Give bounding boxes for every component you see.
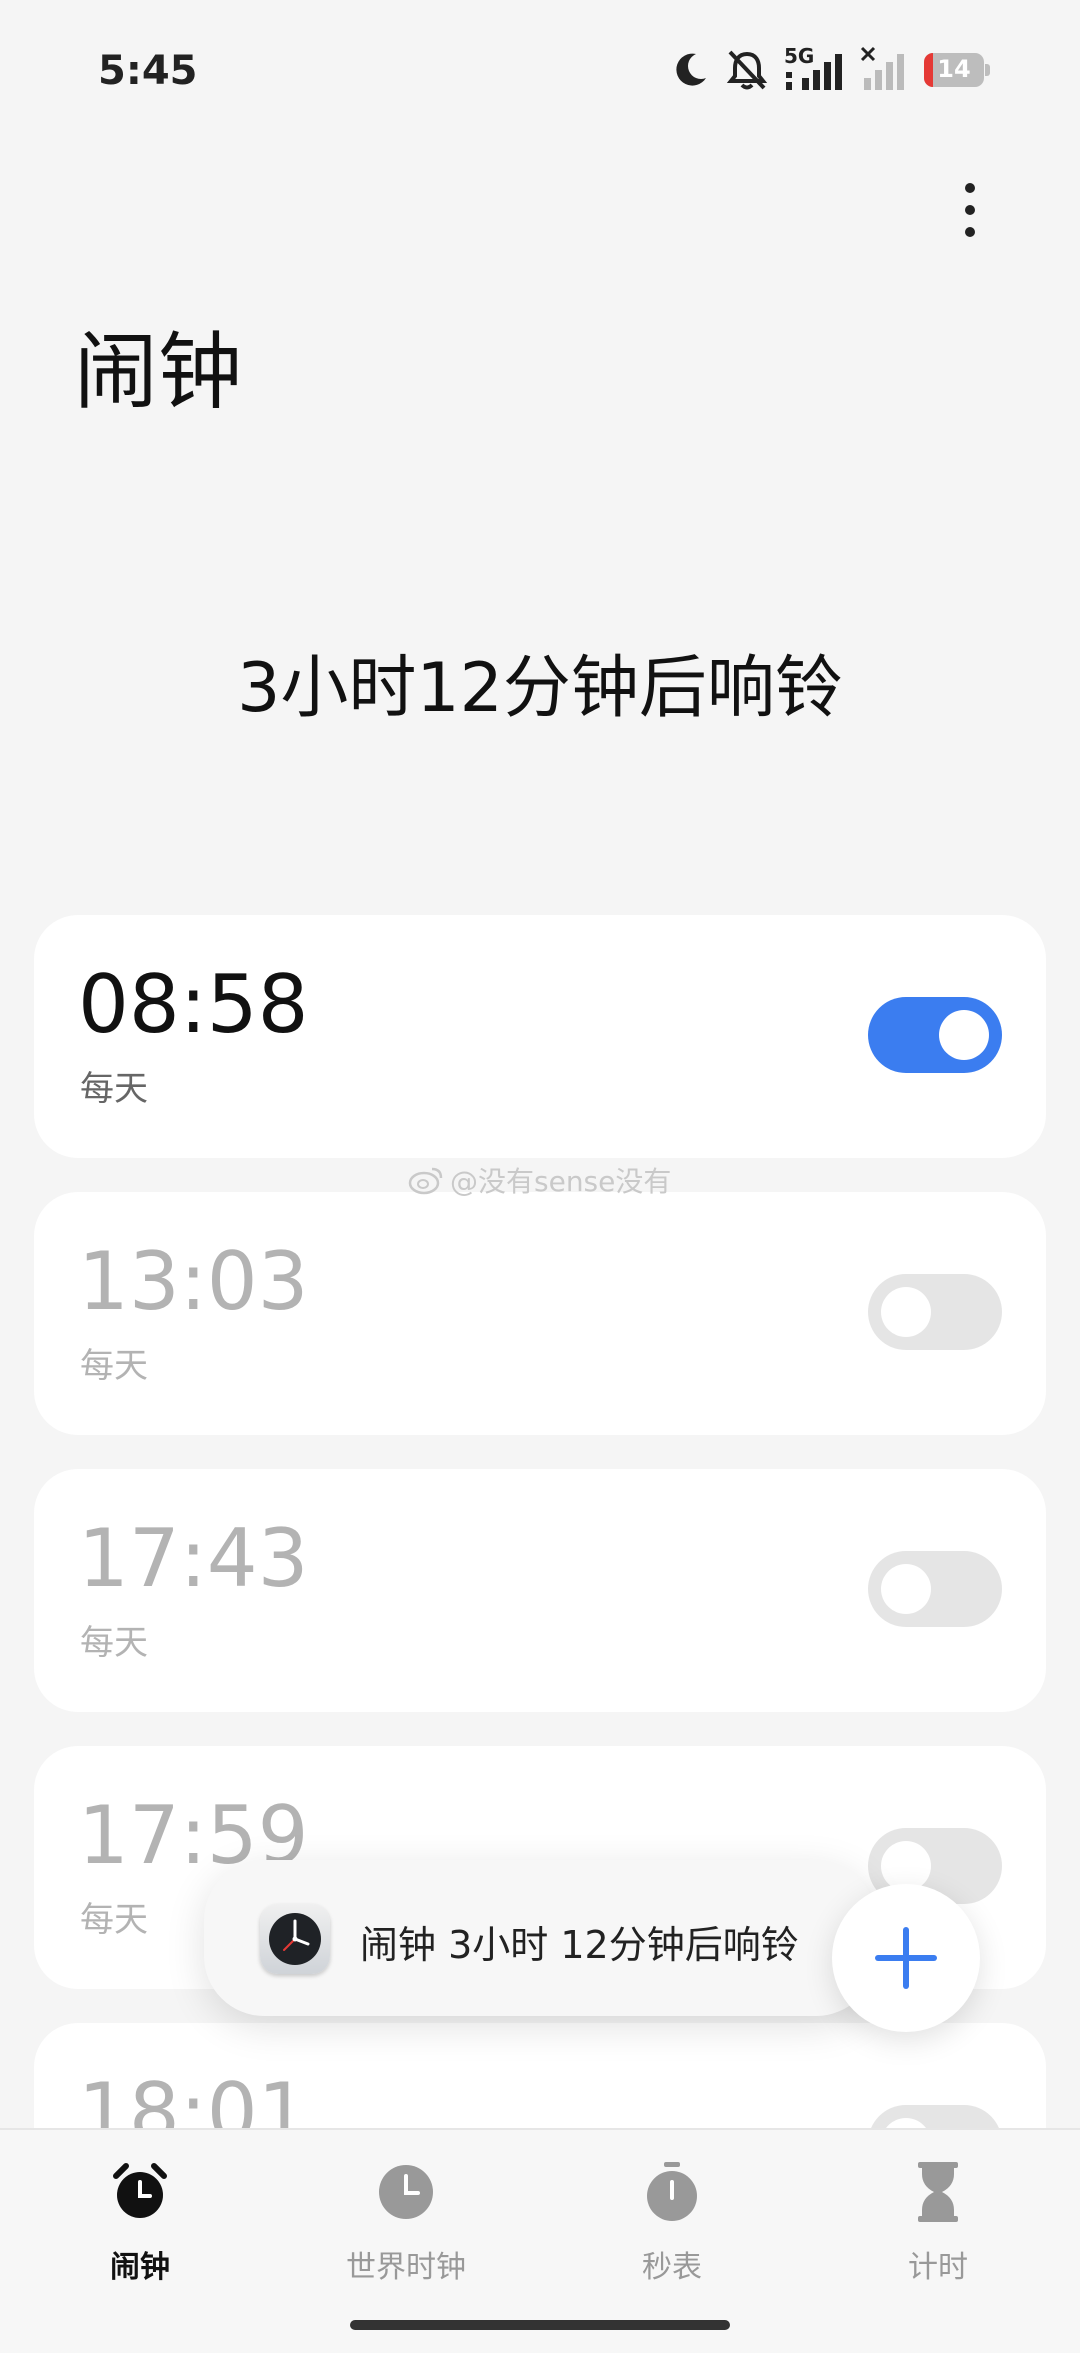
alarm-card[interactable]: 17:43 每天 xyxy=(34,1469,1046,1712)
tab-stopwatch[interactable]: 秒表 xyxy=(572,2130,772,2330)
world-clock-icon xyxy=(379,2165,433,2219)
signal-5g-icon: 5G xyxy=(784,44,846,94)
alarm-time: 17:43 xyxy=(78,1512,309,1605)
alarm-card[interactable]: 13:03 每天 xyxy=(34,1192,1046,1435)
status-bar: 5:45 5G 14 xyxy=(0,0,1080,140)
alarm-card[interactable]: 18:01 xyxy=(34,2023,1046,2128)
tab-world-clock[interactable]: 世界时钟 xyxy=(306,2130,506,2330)
battery-icon: 14 xyxy=(924,53,990,87)
more-vertical-icon xyxy=(965,183,975,237)
battery-level: 14 xyxy=(937,55,971,83)
toast-notification: 闹钟 3小时 12分钟后响铃 xyxy=(204,1860,876,2016)
alarm-clock-icon xyxy=(113,2163,167,2218)
tab-label: 闹钟 xyxy=(110,2250,170,2285)
tab-label: 秒表 xyxy=(642,2250,702,2285)
toggle-knob xyxy=(881,1287,931,1337)
alarm-toggle[interactable] xyxy=(868,1551,1002,1627)
alarm-time: 08:58 xyxy=(78,958,309,1051)
alarm-repeat: 每天 xyxy=(80,1069,148,1109)
plus-icon xyxy=(875,1927,937,1989)
status-icons: 5G 14 xyxy=(670,44,990,94)
stopwatch-icon xyxy=(647,2162,697,2221)
alarm-repeat: 每天 xyxy=(80,1623,148,1663)
alarm-time: 18:01 xyxy=(78,2066,309,2129)
alarm-toggle[interactable] xyxy=(868,997,1002,1073)
status-time: 5:45 xyxy=(98,48,198,94)
moon-icon xyxy=(676,53,706,86)
alarm-repeat: 每天 xyxy=(80,1346,148,1386)
toggle-knob xyxy=(939,1010,989,1060)
alarm-time: 13:03 xyxy=(78,1235,309,1328)
toggle-knob xyxy=(881,2118,931,2128)
tab-alarm[interactable]: 闹钟 xyxy=(40,2130,240,2330)
toast-text: 闹钟 3小时 12分钟后响铃 xyxy=(360,1923,799,1967)
toggle-knob xyxy=(881,1564,931,1614)
add-alarm-button[interactable] xyxy=(832,1884,980,2032)
alarm-toggle[interactable] xyxy=(868,1274,1002,1350)
bell-muted-icon xyxy=(726,50,768,90)
alarm-card[interactable]: 08:58 每天 xyxy=(34,915,1046,1158)
hourglass-icon xyxy=(918,2162,958,2222)
signal-no-service-icon xyxy=(860,46,904,90)
watermark-text: @没有sense没有 xyxy=(450,1165,672,1198)
home-indicator[interactable] xyxy=(350,2320,730,2330)
alarm-repeat: 每天 xyxy=(80,1900,148,1940)
tab-label: 计时 xyxy=(908,2250,968,2285)
clock-app-icon xyxy=(260,1904,330,1974)
alarm-toggle[interactable] xyxy=(868,2105,1002,2128)
more-options-button[interactable] xyxy=(940,170,1000,250)
tab-label: 世界时钟 xyxy=(346,2250,466,2285)
tab-timer[interactable]: 计时 xyxy=(838,2130,1038,2330)
watermark: @没有sense没有 xyxy=(408,1160,671,1200)
next-alarm-countdown: 3小时12分钟后响铃 xyxy=(237,649,843,728)
weibo-icon xyxy=(408,1167,443,1195)
page-title: 闹钟 xyxy=(74,323,243,421)
